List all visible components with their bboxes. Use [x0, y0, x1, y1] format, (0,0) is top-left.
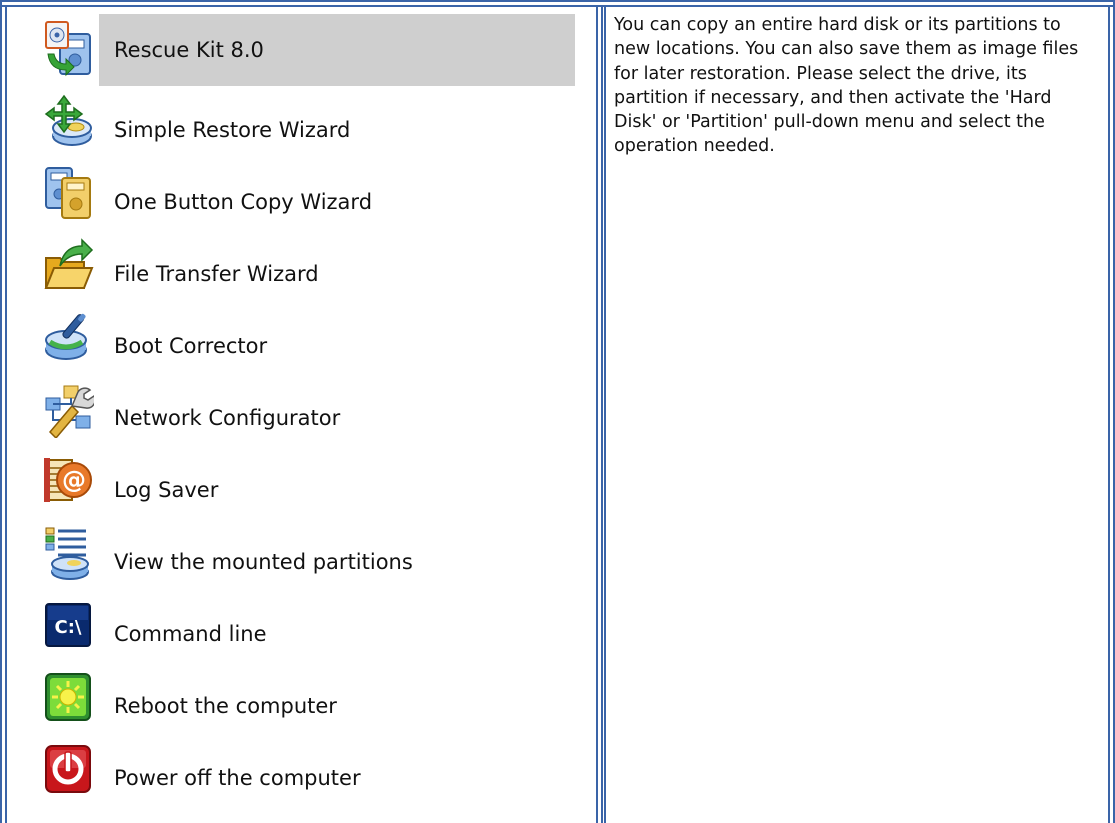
power-off-icon	[42, 740, 94, 798]
menu-item-file-transfer-wizard[interactable]: File Transfer Wizard	[7, 230, 594, 302]
menu-item-label: Command line	[114, 622, 267, 646]
menu-item-label: Reboot the computer	[114, 694, 337, 718]
svg-text:@: @	[62, 466, 86, 494]
menu-item-log-saver[interactable]: @ Log Saver	[7, 446, 594, 518]
divider-right-inner	[604, 5, 606, 823]
menu-item-label: Power off the computer	[114, 766, 361, 790]
menu-item-one-button-copy-wizard[interactable]: One Button Copy Wizard	[7, 158, 594, 230]
frame-left-border	[0, 0, 2, 823]
menu-item-label-wrap: Network Configurator	[99, 382, 575, 454]
divider-left	[596, 5, 598, 823]
mounted-partitions-icon	[42, 524, 94, 582]
network-configurator-icon	[42, 380, 94, 438]
reboot-icon	[42, 668, 94, 726]
description-panel: You can copy an entire hard disk or its …	[608, 7, 1108, 823]
menu-item-label-wrap: Boot Corrector	[99, 310, 575, 382]
menu-item-boot-corrector[interactable]: Boot Corrector	[7, 302, 594, 374]
menu-item-label-wrap: One Button Copy Wizard	[99, 166, 575, 238]
copy-wizard-icon	[42, 164, 94, 222]
menu-item-label: Rescue Kit 8.0	[114, 38, 264, 62]
menu-item-label: Network Configurator	[114, 406, 341, 430]
menu-item-label-wrap: View the mounted partitions	[99, 526, 575, 598]
svg-text:C:\: C:\	[55, 617, 82, 638]
frame-right-border-inner	[1108, 5, 1110, 823]
menu-item-label: Simple Restore Wizard	[114, 118, 351, 142]
log-saver-icon: @	[42, 452, 94, 510]
frame-top-border	[0, 0, 1115, 2]
menu-item-label-wrap: Command line	[99, 598, 575, 670]
restore-wizard-icon	[42, 92, 94, 150]
menu-item-view-mounted-partitions[interactable]: View the mounted partitions	[7, 518, 594, 590]
menu-item-power-off[interactable]: Power off the computer	[7, 734, 594, 806]
menu-item-command-line[interactable]: C:\ Command line	[7, 590, 594, 662]
menu-item-simple-restore-wizard[interactable]: Simple Restore Wizard	[7, 86, 594, 158]
menu-item-label-wrap: File Transfer Wizard	[99, 238, 575, 310]
menu-item-label-wrap: Power off the computer	[99, 742, 575, 814]
rescue-kit-icon	[42, 20, 94, 78]
menu-item-network-configurator[interactable]: Network Configurator	[7, 374, 594, 446]
menu-item-label: File Transfer Wizard	[114, 262, 319, 286]
menu-item-label-wrap: Log Saver	[99, 454, 575, 526]
menu-item-reboot[interactable]: Reboot the computer	[7, 662, 594, 734]
menu-item-label-wrap: Reboot the computer	[99, 670, 575, 742]
menu-item-rescue-kit[interactable]: Rescue Kit 8.0	[7, 14, 594, 86]
divider-right	[601, 5, 603, 823]
menu-item-label: View the mounted partitions	[114, 550, 413, 574]
menu-item-highlight: Rescue Kit 8.0	[99, 14, 575, 86]
wizard-menu-panel: Rescue Kit 8.0 Simple Restore Wizard One…	[7, 7, 594, 823]
command-line-icon: C:\	[42, 596, 94, 654]
menu-item-label: One Button Copy Wizard	[114, 190, 373, 214]
menu-item-label: Log Saver	[114, 478, 219, 502]
menu-item-label: Boot Corrector	[114, 334, 268, 358]
menu-item-label-wrap: Simple Restore Wizard	[99, 94, 575, 166]
file-transfer-icon	[42, 236, 94, 294]
description-text: You can copy an entire hard disk or its …	[614, 15, 1079, 157]
boot-corrector-icon	[42, 308, 94, 366]
